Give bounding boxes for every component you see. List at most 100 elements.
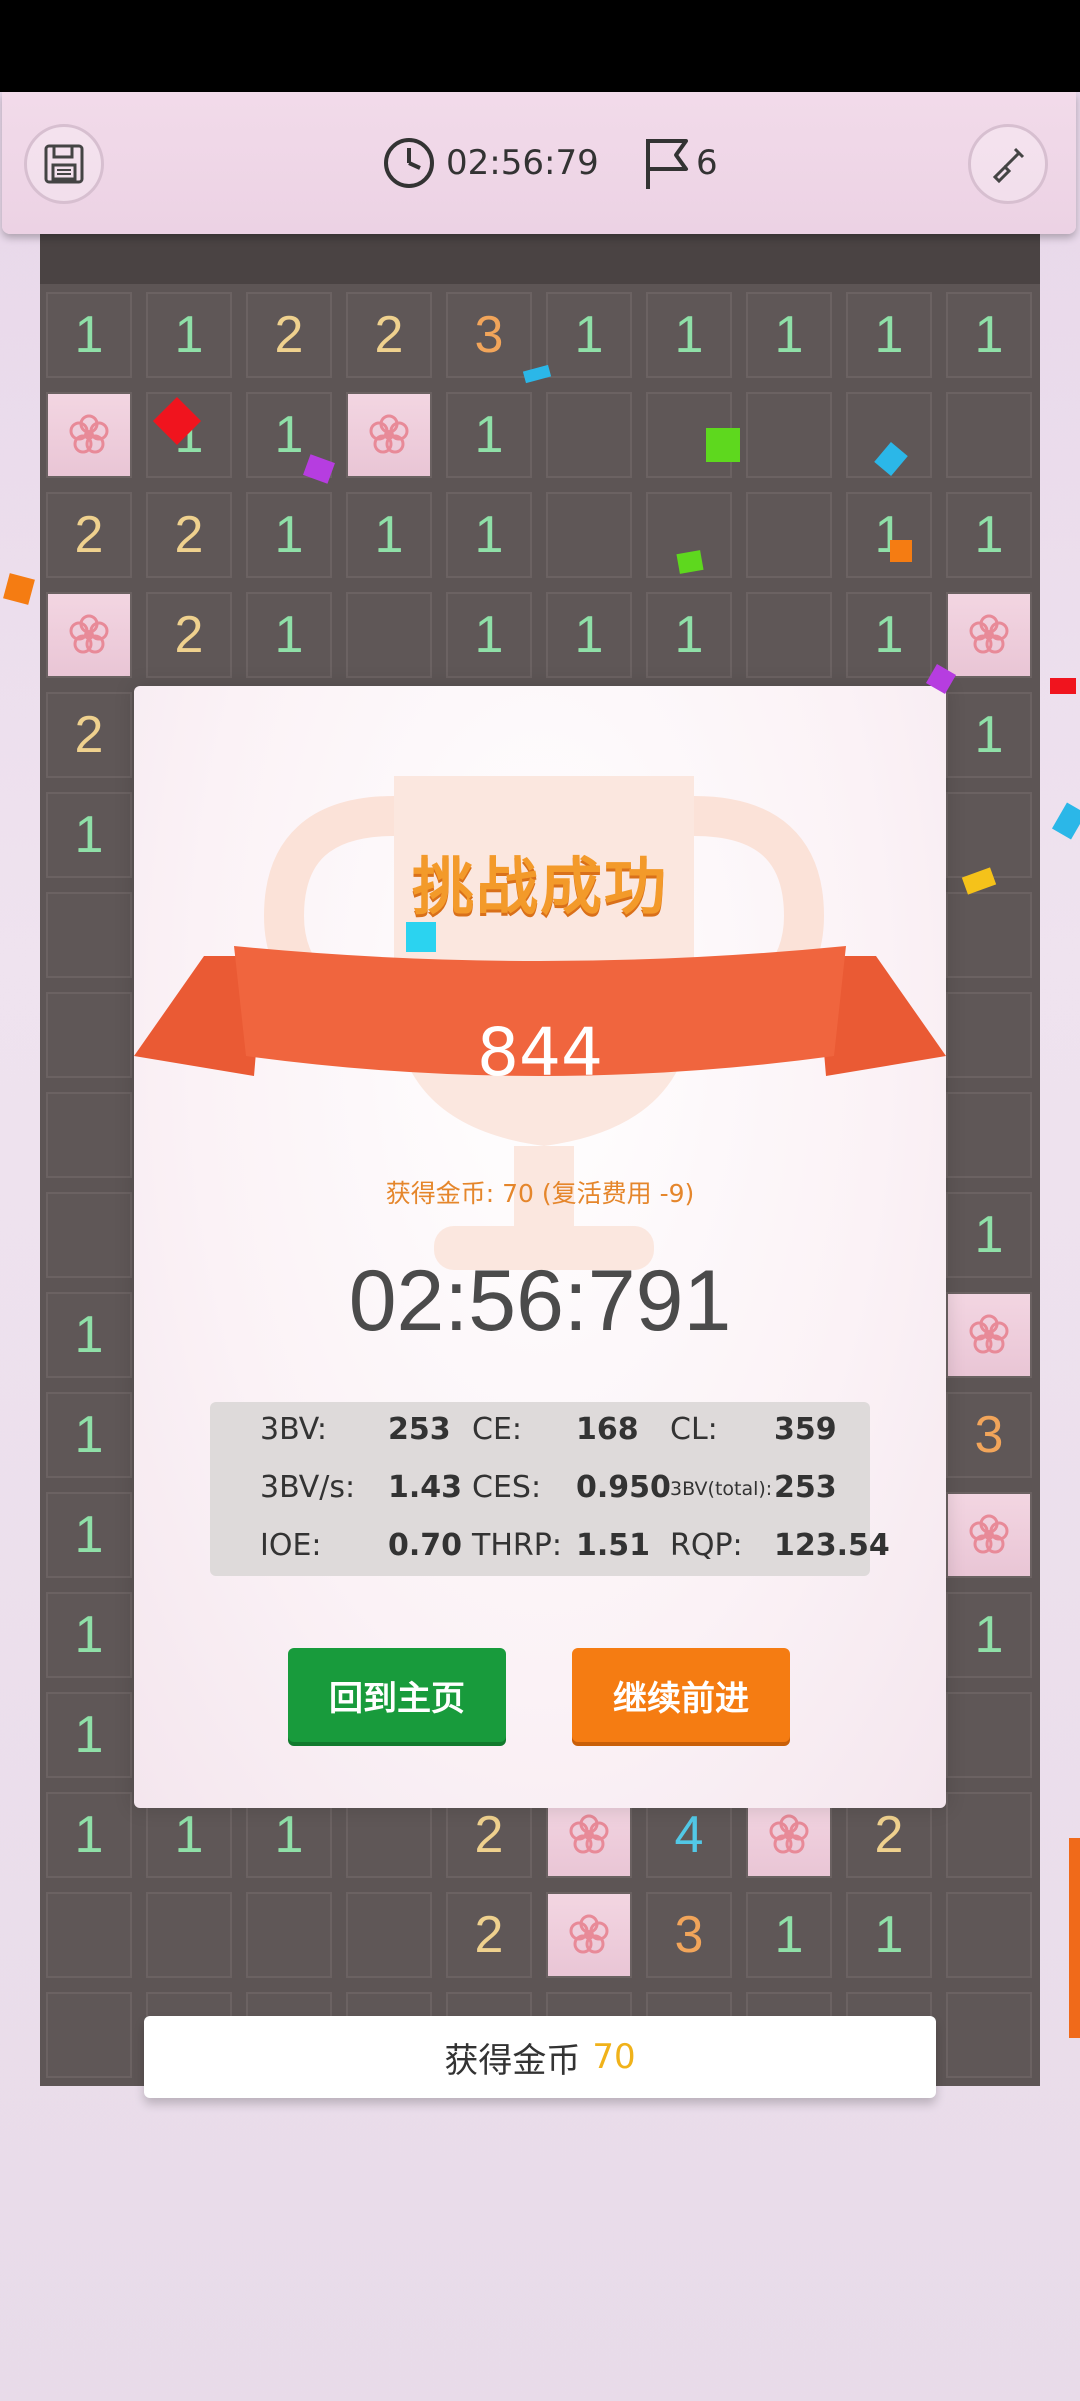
empty-cell[interactable]	[46, 1192, 132, 1278]
empty-cell[interactable]	[46, 892, 132, 978]
stat-value: 253	[388, 1412, 451, 1447]
number-cell[interactable]: 1	[946, 692, 1032, 778]
number-cell[interactable]: 2	[146, 492, 232, 578]
number-cell[interactable]: 1	[46, 1592, 132, 1678]
empty-cell[interactable]	[946, 1992, 1032, 2078]
coins-earned-text: 获得金币: 70 (复活费用 -9)	[385, 1179, 695, 1208]
number-cell[interactable]: 1	[946, 292, 1032, 378]
empty-cell[interactable]	[946, 792, 1032, 878]
number-cell[interactable]: 1	[546, 292, 632, 378]
cell-number: 1	[674, 306, 704, 364]
empty-cell[interactable]	[946, 892, 1032, 978]
number-cell[interactable]: 1	[446, 392, 532, 478]
number-cell[interactable]: 1	[246, 492, 332, 578]
number-cell[interactable]: 1	[46, 1792, 132, 1878]
stat-value: 0.70	[388, 1528, 463, 1563]
number-cell[interactable]: 1	[646, 292, 732, 378]
flower-flag-icon	[969, 1514, 1009, 1554]
home-button[interactable]: 回到主页	[288, 1648, 506, 1742]
number-cell[interactable]: 1	[946, 1192, 1032, 1278]
number-cell[interactable]: 1	[46, 1692, 132, 1778]
board-scrolled-row	[40, 234, 1040, 284]
number-cell[interactable]: 1	[846, 1892, 932, 1978]
flagged-cell[interactable]	[346, 392, 432, 478]
empty-cell[interactable]	[346, 1892, 432, 1978]
flag-icon	[646, 139, 688, 189]
empty-cell[interactable]	[946, 1792, 1032, 1878]
number-cell[interactable]: 1	[846, 292, 932, 378]
empty-cell[interactable]	[946, 1892, 1032, 1978]
number-cell[interactable]: 1	[46, 292, 132, 378]
number-cell[interactable]: 1	[546, 592, 632, 678]
timer-value: 02:56:79	[446, 143, 599, 183]
number-cell[interactable]: 1	[246, 592, 332, 678]
empty-cell[interactable]	[746, 392, 832, 478]
flagged-cell[interactable]	[946, 592, 1032, 678]
stat-label: CES:	[472, 1470, 542, 1505]
number-cell[interactable]: 1	[46, 1392, 132, 1478]
number-cell[interactable]: 1	[946, 492, 1032, 578]
number-cell[interactable]: 1	[346, 492, 432, 578]
number-cell[interactable]: 2	[446, 1892, 532, 1978]
stat-label: CL:	[670, 1412, 718, 1447]
flagged-cell[interactable]	[946, 1492, 1032, 1578]
number-cell[interactable]: 2	[146, 592, 232, 678]
flower-flag-icon	[969, 614, 1009, 654]
number-cell[interactable]: 1	[746, 292, 832, 378]
empty-cell[interactable]	[746, 592, 832, 678]
empty-cell[interactable]	[46, 1092, 132, 1178]
empty-cell[interactable]	[546, 392, 632, 478]
number-cell[interactable]: 1	[146, 392, 232, 478]
number-cell[interactable]: 1	[46, 1292, 132, 1378]
flagged-cell[interactable]	[546, 1892, 632, 1978]
empty-cell[interactable]	[546, 492, 632, 578]
cell-number: 1	[274, 606, 304, 664]
timer: 02:56:79	[382, 130, 599, 196]
empty-cell[interactable]	[246, 1892, 332, 1978]
flagged-cell[interactable]	[46, 392, 132, 478]
number-cell[interactable]: 2	[346, 292, 432, 378]
empty-cell[interactable]	[946, 1692, 1032, 1778]
confetti-piece	[676, 550, 704, 574]
empty-cell[interactable]	[146, 1892, 232, 1978]
flagged-cell[interactable]	[46, 592, 132, 678]
cell-number: 1	[74, 1506, 104, 1564]
empty-cell[interactable]	[46, 992, 132, 1078]
save-button[interactable]	[24, 124, 104, 204]
tool-button[interactable]	[968, 124, 1048, 204]
number-cell[interactable]: 1	[846, 492, 932, 578]
number-cell[interactable]: 2	[46, 692, 132, 778]
empty-cell[interactable]	[946, 1092, 1032, 1178]
cell-number: 1	[974, 506, 1004, 564]
number-cell[interactable]: 1	[946, 1592, 1032, 1678]
empty-cell[interactable]	[946, 992, 1032, 1078]
scroll-indicator[interactable]	[1069, 1838, 1080, 2038]
flower-flag-icon	[69, 414, 109, 454]
cell-number: 1	[974, 1606, 1004, 1664]
empty-cell[interactable]	[746, 492, 832, 578]
number-cell[interactable]: 3	[446, 292, 532, 378]
final-time: 02:56:791	[348, 1253, 732, 1349]
number-cell[interactable]: 2	[246, 292, 332, 378]
confetti-piece	[706, 428, 740, 462]
empty-cell[interactable]	[46, 1892, 132, 1978]
number-cell[interactable]: 2	[46, 492, 132, 578]
number-cell[interactable]: 1	[746, 1892, 832, 1978]
confetti-piece	[406, 922, 436, 952]
flower-flag-icon	[969, 1314, 1009, 1354]
number-cell[interactable]: 1	[46, 792, 132, 878]
empty-cell[interactable]	[346, 592, 432, 678]
flagged-cell[interactable]	[946, 1292, 1032, 1378]
continue-button[interactable]: 继续前进	[572, 1648, 790, 1742]
number-cell[interactable]: 3	[646, 1892, 732, 1978]
number-cell[interactable]: 1	[646, 592, 732, 678]
empty-cell[interactable]	[46, 1992, 132, 2078]
number-cell[interactable]: 1	[146, 292, 232, 378]
number-cell[interactable]: 1	[446, 592, 532, 678]
stat-value: 0.950	[576, 1470, 671, 1505]
empty-cell[interactable]	[946, 392, 1032, 478]
number-cell[interactable]: 3	[946, 1392, 1032, 1478]
number-cell[interactable]: 1	[846, 592, 932, 678]
number-cell[interactable]: 1	[446, 492, 532, 578]
number-cell[interactable]: 1	[46, 1492, 132, 1578]
